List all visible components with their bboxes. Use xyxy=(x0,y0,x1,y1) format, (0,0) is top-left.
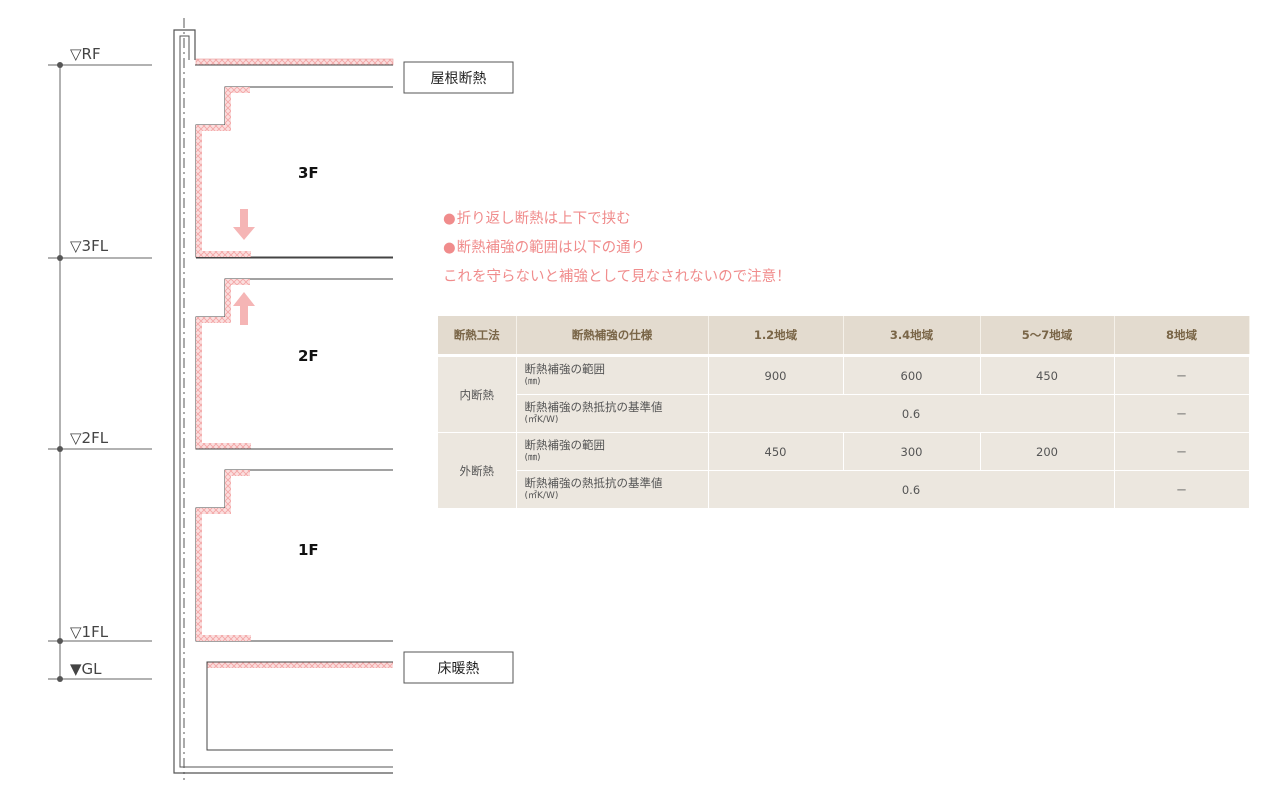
table-row: 断熱補強の熱抵抗の基準値 (㎡K/W) 0.6 － xyxy=(438,394,1250,433)
roof-insulation-label: 屋根断熱 xyxy=(431,71,487,87)
method-cell: 外断熱 xyxy=(438,432,517,509)
level-1fl: ▽1FL xyxy=(48,623,152,644)
value-cell: 300 xyxy=(843,432,981,471)
spec-label: 断熱補強の範囲 xyxy=(524,437,606,452)
table-row: 外断熱 断熱補強の範囲 (㎜) 450 300 200 － xyxy=(438,432,1250,509)
value-cell-merged: 0.6 xyxy=(708,470,1115,509)
col-header-method: 断熱工法 xyxy=(438,316,517,357)
level-gl: ▼GL xyxy=(48,660,152,682)
note-text-2: 断熱補強の範囲は以下の通り xyxy=(456,240,646,256)
level-label-rf: ▽RF xyxy=(70,45,101,63)
value-cell: 900 xyxy=(708,355,844,395)
note-line-1: ●折り返し断熱は上下で挟む xyxy=(443,205,791,234)
value-cell: 450 xyxy=(980,355,1115,395)
value-cell: 600 xyxy=(843,355,981,395)
col-header-region-12: 1.2地域 xyxy=(708,316,844,357)
value-cell: 200 xyxy=(980,432,1115,471)
floor-label-2f: 2F xyxy=(298,347,319,365)
value-cell: 450 xyxy=(708,432,844,471)
floor-label-1f: 1F xyxy=(298,541,319,559)
level-2fl: ▽2FL xyxy=(48,429,152,452)
col-header-region-57: 5〜7地域 xyxy=(980,316,1115,357)
spec-cell: 断熱補強の熱抵抗の基準値 (㎡K/W) xyxy=(516,394,709,433)
spec-unit: (㎜) xyxy=(524,452,541,463)
value-cell: － xyxy=(1114,355,1250,395)
arrow-up-icon xyxy=(233,292,255,325)
level-label-1fl: ▽1FL xyxy=(70,623,109,641)
spec-cell: 断熱補強の熱抵抗の基準値 (㎡K/W) xyxy=(516,470,709,509)
col-header-region-8: 8地域 xyxy=(1114,316,1250,357)
col-header-region-34: 3.4地域 xyxy=(843,316,981,357)
floor-insulation-label: 床暖熱 xyxy=(438,661,480,677)
spec-label: 断熱補強の熱抵抗の基準値 xyxy=(524,399,663,414)
level-label-2fl: ▽2FL xyxy=(70,429,109,447)
reinforcement-spec-table: 断熱工法 断熱補強の仕様 1.2地域 3.4地域 5〜7地域 8地域 内断熱 断… xyxy=(438,316,1250,509)
spec-unit: (㎜) xyxy=(524,376,541,387)
spec-cell: 断熱補強の範囲 (㎜) xyxy=(516,355,709,395)
level-3fl: ▽3FL xyxy=(48,237,152,261)
value-cell: － xyxy=(1114,394,1250,433)
foundation xyxy=(206,661,393,751)
note-line-2: ●断熱補強の範囲は以下の通り xyxy=(443,234,791,263)
note-text-1: 折り返し断熱は上下で挟む xyxy=(456,211,631,227)
table-row: 内断熱 断熱補強の範囲 (㎜) 900 600 450 － xyxy=(438,355,1250,433)
value-cell-merged: 0.6 xyxy=(708,394,1115,433)
room-2f xyxy=(195,257,393,450)
spec-cell: 断熱補強の範囲 (㎜) xyxy=(516,432,709,471)
bullet-icon: ● xyxy=(443,211,456,227)
level-rf: ▽RF xyxy=(48,45,152,68)
col-header-spec: 断熱補強の仕様 xyxy=(516,316,709,357)
room-3f xyxy=(195,86,393,258)
bullet-icon: ● xyxy=(443,240,456,256)
roof-insulation-callout: 屋根断熱 xyxy=(403,61,514,94)
method-cell: 内断熱 xyxy=(438,355,517,433)
room-1f xyxy=(195,448,393,642)
level-label-3fl: ▽3FL xyxy=(70,237,109,255)
table-row: 断熱補強の熱抵抗の基準値 (㎡K/W) 0.6 － xyxy=(438,470,1250,509)
table-header-row: 断熱工法 断熱補強の仕様 1.2地域 3.4地域 5〜7地域 8地域 xyxy=(438,316,1250,357)
value-cell: － xyxy=(1114,470,1250,509)
arrow-down-icon xyxy=(233,209,255,240)
insulation-notes: ●折り返し断熱は上下で挟む ●断熱補強の範囲は以下の通り これを守らないと補強と… xyxy=(443,205,791,292)
value-cell: － xyxy=(1114,432,1250,471)
spec-label: 断熱補強の熱抵抗の基準値 xyxy=(524,475,663,490)
spec-label: 断熱補強の範囲 xyxy=(524,361,606,376)
level-dimension: ▽RF ▽3FL ▽2FL ▽1FL ▼GL xyxy=(48,45,152,682)
spec-unit: (㎡K/W) xyxy=(524,414,559,425)
floor-label-3f: 3F xyxy=(298,164,319,182)
roof-slab xyxy=(195,58,394,66)
level-label-gl: ▼GL xyxy=(70,660,102,678)
floor-insulation-callout: 床暖熱 xyxy=(403,651,514,684)
note-line-3: これを守らないと補強として見なされないので注意！ xyxy=(443,269,791,285)
spec-unit: (㎡K/W) xyxy=(524,490,559,501)
